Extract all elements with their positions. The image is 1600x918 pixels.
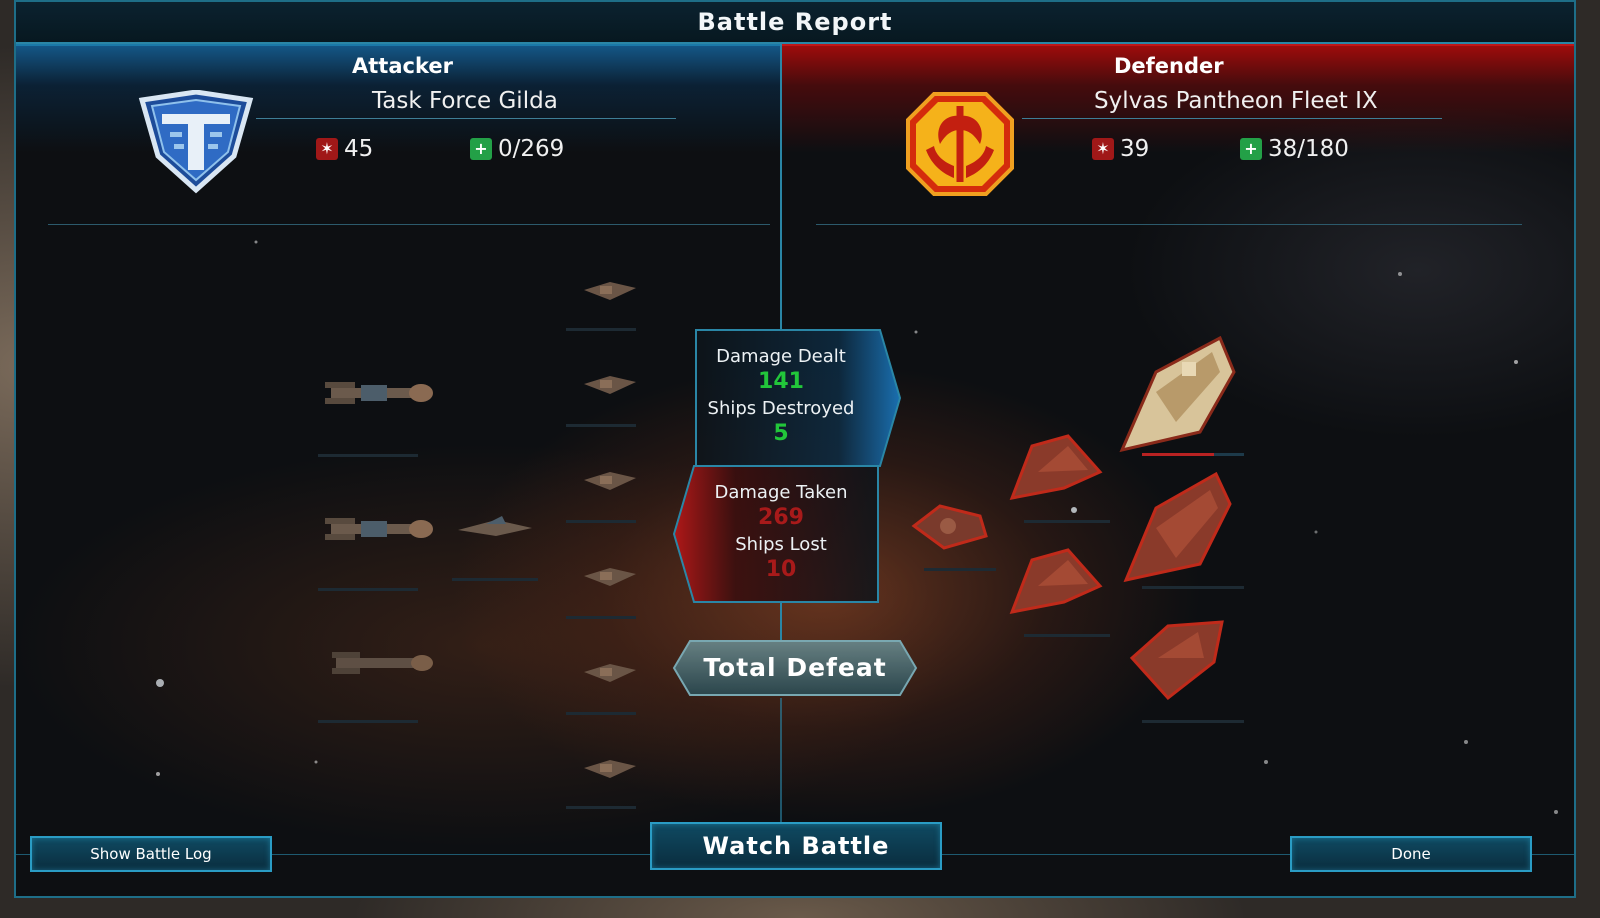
show-battle-log-button[interactable]: Show Battle Log (30, 836, 272, 872)
damage-taken-label: Damage Taken (714, 482, 848, 503)
ship-health-bar (318, 454, 418, 457)
ship-health-bar (318, 720, 418, 723)
ship-health-bar (1142, 720, 1244, 723)
ship-health-bar (566, 328, 636, 331)
ship-health-bar (452, 578, 538, 581)
damage-taken-value: 269 (758, 505, 804, 530)
ship-health-bar (318, 588, 418, 591)
defender-label: Defender (1114, 54, 1224, 78)
defender-destroyer[interactable] (1128, 618, 1228, 704)
done-button[interactable]: Done (1290, 836, 1532, 872)
damage-dealt-value: 141 (758, 369, 804, 394)
defender-header: Defender Sylvas Pantheon Fleet IX ✶ 39 +… (782, 44, 1574, 224)
health-plus-icon: + (470, 138, 492, 160)
ships-destroyed-label: Ships Destroyed (707, 398, 855, 419)
ships-lost-label: Ships Lost (735, 534, 827, 555)
battle-result: Total Defeat (703, 653, 887, 682)
ship-health-bar (1142, 586, 1244, 589)
defender-hp-value: 38/180 (1268, 136, 1349, 162)
window-title: Battle Report (16, 2, 1574, 44)
attacker-cruiser[interactable] (321, 510, 441, 550)
attacker-name-rule (256, 118, 676, 119)
attacker-hp-value: 0/269 (498, 136, 565, 162)
damage-dealt-panel: Damage Dealt 141 Ships Destroyed 5 (661, 346, 901, 450)
ships-destroyed-value: 5 (773, 421, 789, 446)
attacker-cruiser[interactable] (321, 374, 441, 414)
defender-frigate[interactable] (910, 500, 990, 552)
ship-health-bar (566, 520, 636, 523)
center-divider-top (780, 44, 782, 330)
center-divider-bottom (780, 698, 782, 822)
attacker-corvette[interactable] (580, 562, 640, 592)
flagship-health-fill (1142, 453, 1214, 456)
defender-flagship[interactable] (1116, 332, 1240, 456)
ship-health-bar (924, 568, 996, 571)
health-plus-icon: + (1240, 138, 1262, 160)
attacker-corvette[interactable] (580, 658, 640, 688)
attacker-fleet-name: Task Force Gilda (372, 88, 558, 114)
defender-power: ✶ 39 (1092, 136, 1149, 162)
defender-hp: + 38/180 (1240, 136, 1349, 162)
defender-destroyer[interactable] (1008, 546, 1104, 622)
attacker-corvette[interactable] (580, 370, 640, 400)
defender-fleet-name: Sylvas Pantheon Fleet IX (1094, 88, 1378, 114)
axe-crest-emblem-icon (906, 92, 1014, 196)
ship-health-bar (566, 616, 636, 619)
defender-destroyer[interactable] (1008, 432, 1104, 508)
attacker-corvette[interactable] (580, 276, 640, 306)
fleet-power-icon: ✶ (1092, 138, 1114, 160)
ship-health-bar (1024, 520, 1110, 523)
defender-cruiser[interactable] (1120, 468, 1236, 586)
ship-health-bar (566, 424, 636, 427)
attacker-divider (48, 224, 770, 225)
attacker-power: ✶ 45 (316, 136, 373, 162)
attacker-corvette[interactable] (580, 754, 640, 784)
attacker-cruiser[interactable] (328, 644, 438, 684)
attacker-header: Attacker Task Force Gilda ✶ 45 + 0/269 (16, 44, 780, 224)
battle-report-window: Battle Report Attacker Task Force Gilda … (14, 0, 1576, 898)
attacker-corvette[interactable] (580, 466, 640, 496)
ship-health-bar (1024, 634, 1110, 637)
watch-battle-button[interactable]: Watch Battle (650, 822, 942, 870)
attacker-hp: + 0/269 (470, 136, 564, 162)
attacker-power-value: 45 (344, 136, 374, 162)
ship-health-bar (566, 712, 636, 715)
fleet-power-icon: ✶ (316, 138, 338, 160)
damage-taken-panel: Damage Taken 269 Ships Lost 10 (661, 482, 901, 586)
terran-shield-emblem-icon (138, 90, 254, 194)
defender-name-rule (1022, 118, 1442, 119)
ship-health-bar (566, 806, 636, 809)
ships-lost-value: 10 (765, 557, 797, 582)
defender-divider (816, 224, 1522, 225)
defender-power-value: 39 (1120, 136, 1150, 162)
damage-dealt-label: Damage Dealt (716, 346, 846, 367)
attacker-frigate[interactable] (456, 514, 536, 544)
attacker-label: Attacker (352, 54, 453, 78)
